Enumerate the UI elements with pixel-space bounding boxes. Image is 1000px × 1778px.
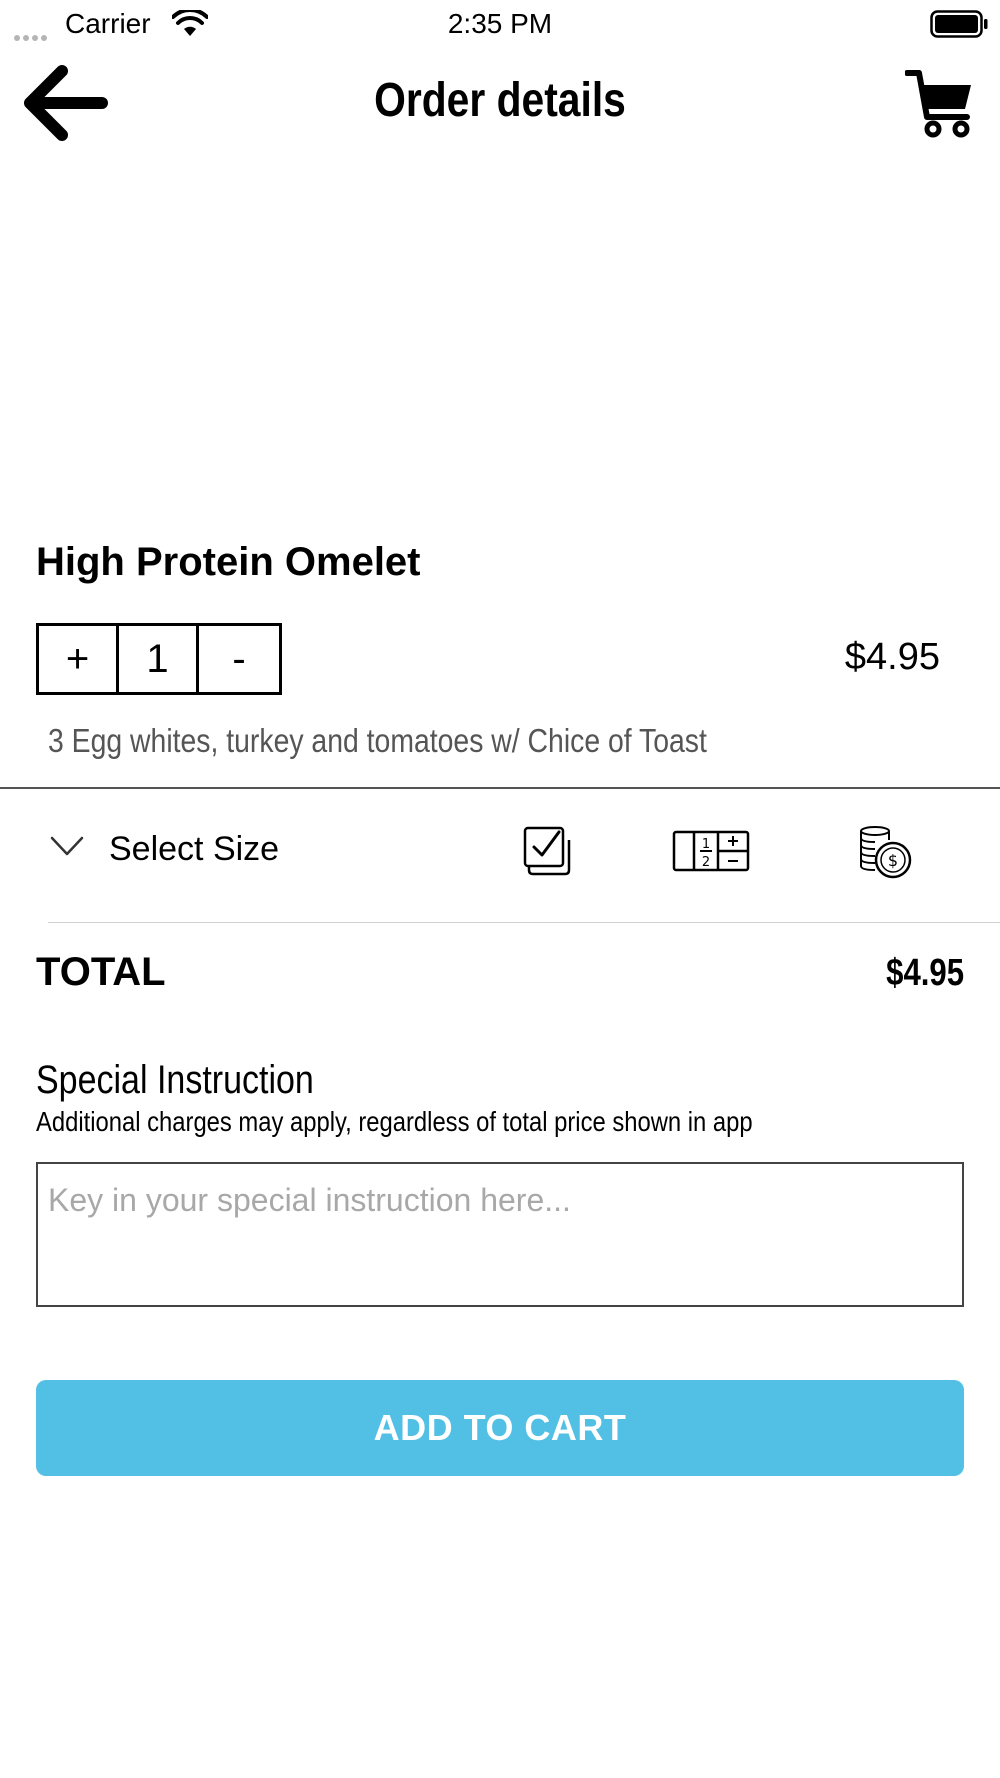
- coins-icon[interactable]: $: [857, 824, 913, 880]
- chevron-down-icon[interactable]: [50, 835, 84, 857]
- increment-button[interactable]: +: [39, 626, 119, 692]
- status-time: 2:35 PM: [447, 8, 553, 39]
- total-label: TOTAL: [36, 950, 166, 994]
- fraction-icon[interactable]: 1 2: [672, 830, 750, 872]
- quantity-stepper: + 1 -: [36, 623, 282, 695]
- divider: [48, 922, 1000, 923]
- svg-text:$: $: [888, 851, 898, 870]
- special-instruction-note: Additional charges may apply, regardless…: [36, 1106, 753, 1137]
- add-to-cart-button[interactable]: ADD TO CART: [36, 1380, 964, 1476]
- quantity-value: 1: [119, 626, 199, 692]
- special-instruction-input[interactable]: [36, 1162, 964, 1307]
- page-title: Order details: [374, 74, 626, 127]
- nav-bar: Order details: [0, 55, 1000, 155]
- product-price: $4.95: [844, 636, 940, 678]
- divider: [0, 787, 1000, 789]
- battery-icon: [930, 10, 988, 38]
- product-description: 3 Egg whites, turkey and tomatoes w/ Chi…: [48, 722, 707, 759]
- decrement-button[interactable]: -: [199, 626, 279, 692]
- select-size-label[interactable]: Select Size: [109, 830, 279, 869]
- cart-icon[interactable]: [905, 67, 975, 139]
- select-size-row[interactable]: Select Size 1 2 $: [0, 790, 1000, 922]
- check-stack-icon[interactable]: [523, 826, 571, 876]
- svg-text:2: 2: [702, 855, 710, 870]
- product-name: High Protein Omelet: [36, 540, 421, 584]
- total-value: $4.95: [886, 952, 964, 994]
- special-instruction-title: Special Instruction: [36, 1058, 314, 1102]
- svg-text:1: 1: [702, 837, 710, 852]
- status-bar: Carrier 2:35 PM: [0, 0, 1000, 48]
